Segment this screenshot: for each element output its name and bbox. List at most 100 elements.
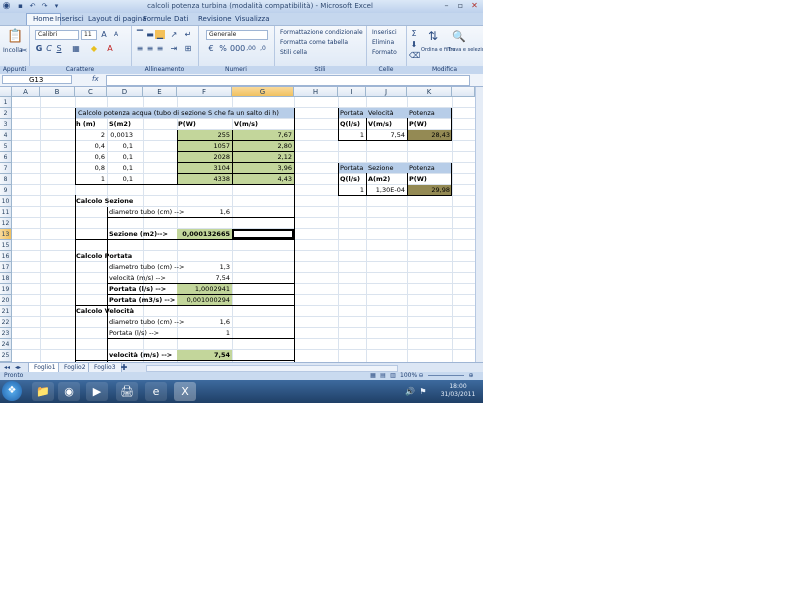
row-header[interactable]: 17	[0, 262, 12, 273]
zoom-in-icon[interactable]: ⊕	[466, 371, 476, 380]
conditional-format-button[interactable]: Formattazione condizionale	[280, 29, 363, 37]
table-p-value[interactable]: 4338	[177, 174, 230, 184]
table-h-value[interactable]: 1	[75, 174, 105, 184]
prev-next-sheet-icon[interactable]: ◂▸	[13, 363, 23, 372]
zoom-out-icon[interactable]: ⊖	[416, 371, 426, 380]
first-sheet-icon[interactable]: ◂◂	[2, 363, 12, 372]
column-header-f[interactable]: F	[177, 87, 232, 97]
v-portata-label[interactable]: Portata (l/s) -->	[109, 328, 159, 338]
borders-icon[interactable]: ▦	[71, 44, 81, 53]
table-s-value[interactable]: 0,1	[107, 152, 133, 162]
right2-a-value[interactable]: 1,30E-04	[366, 185, 405, 195]
column-header-b[interactable]: B	[40, 87, 75, 97]
sezione-label[interactable]: Sezione (m2)-->	[109, 229, 168, 239]
right1-q-value[interactable]: 1	[338, 130, 364, 140]
table-s-value[interactable]: 0,1	[107, 174, 133, 184]
bold-icon[interactable]: G	[34, 44, 44, 53]
column-header-i[interactable]: I	[338, 87, 366, 97]
font-name-field[interactable]: Calibri	[35, 30, 79, 40]
row-header[interactable]: 22	[0, 317, 12, 328]
fill-color-icon[interactable]: ◆	[89, 44, 99, 53]
percent-icon[interactable]: %	[218, 44, 228, 53]
right1-v-value[interactable]: 7,54	[366, 130, 405, 140]
row-header[interactable]: 5	[0, 141, 12, 152]
v-diametro-label[interactable]: diametro tubo (cm) -->	[109, 317, 184, 327]
portata-ls-label[interactable]: Portata (l/s) -->	[109, 284, 166, 294]
grow-font-icon[interactable]: A	[99, 30, 109, 39]
velocita-label[interactable]: velocità (m/s) -->	[109, 350, 172, 360]
column-header-a[interactable]: A	[12, 87, 40, 97]
table-s-value[interactable]: 0,1	[107, 141, 133, 151]
shrink-font-icon[interactable]: A	[111, 30, 121, 39]
header-s[interactable]: S(m2)	[109, 119, 131, 129]
align-middle-icon[interactable]: ▬	[145, 30, 155, 39]
insert-sheet-icon[interactable]: ✚	[119, 363, 129, 372]
find-select-icon[interactable]: 🔍	[452, 31, 466, 44]
row-header[interactable]: 15	[0, 240, 12, 251]
zoom-level[interactable]: 100%	[400, 372, 417, 380]
table-v-value[interactable]: 4,43	[232, 174, 292, 184]
tab-review[interactable]: Revisione	[198, 14, 232, 25]
page-layout-view-icon[interactable]: ▤	[378, 371, 388, 380]
find-select-button[interactable]: Trova e seleziona	[448, 46, 483, 54]
header-p[interactable]: P(W)	[178, 119, 196, 129]
fill-icon[interactable]: ⬇	[409, 40, 419, 49]
sort-filter-icon[interactable]: ⇅	[426, 30, 440, 44]
normal-view-icon[interactable]: ▦	[368, 371, 378, 380]
row-header[interactable]: 11	[0, 207, 12, 218]
table-v-value[interactable]: 3,96	[232, 163, 292, 173]
table-h-value[interactable]: 2	[75, 130, 105, 140]
calc-sezione-heading[interactable]: Calcolo Sezione	[76, 196, 133, 206]
p-velocita-label[interactable]: velocità (m/s) -->	[109, 273, 166, 283]
insert-cells-button[interactable]: Inserisci	[372, 29, 397, 37]
format-cells-button[interactable]: Formato	[372, 49, 397, 57]
align-center-icon[interactable]: ≡	[145, 44, 155, 53]
zoom-slider[interactable]	[428, 375, 464, 376]
format-table-button[interactable]: Formatta come tabella	[280, 39, 348, 47]
velocita-value[interactable]: 7,54	[177, 350, 232, 360]
excel-taskbar-icon[interactable]: X	[174, 382, 196, 401]
table-p-value[interactable]: 1057	[177, 141, 230, 151]
volume-icon[interactable]: 🔊	[405, 387, 415, 396]
p-diametro-label[interactable]: diametro tubo (cm) -->	[109, 262, 184, 272]
right1-q[interactable]: Q(l/s)	[340, 119, 360, 129]
name-box[interactable]: G13	[2, 75, 72, 84]
active-cell-g13[interactable]	[232, 229, 294, 239]
row-header[interactable]: 3	[0, 119, 12, 130]
column-header-c[interactable]: C	[75, 87, 107, 97]
right2-p[interactable]: P(W)	[409, 174, 427, 184]
row-header[interactable]: 19	[0, 284, 12, 295]
undo-icon[interactable]: ↶	[28, 2, 37, 10]
row-header[interactable]: 2	[0, 108, 12, 119]
tab-insert[interactable]: Inserisci	[55, 14, 84, 25]
calc-velocita-heading[interactable]: Calcolo Velocità	[76, 306, 134, 316]
right2-q[interactable]: Q(l/s)	[340, 174, 360, 184]
right2-sezione[interactable]: Sezione	[368, 163, 393, 173]
tab-page-layout[interactable]: Layout di pagina	[88, 14, 146, 25]
page-break-view-icon[interactable]: ▥	[388, 371, 398, 380]
number-format-field[interactable]: Generale	[206, 30, 268, 40]
header-v[interactable]: V(m/s)	[234, 119, 258, 129]
right2-p-value[interactable]: 29,98	[407, 185, 452, 195]
media-center-icon[interactable]: ▶	[86, 382, 108, 401]
minimize-icon[interactable]: –	[440, 1, 453, 11]
autosum-icon[interactable]: Σ	[409, 29, 419, 38]
row-header[interactable]: 21	[0, 306, 12, 317]
decrease-decimal-icon[interactable]: ,0	[258, 44, 268, 53]
table-s-value[interactable]: 0,1	[107, 163, 133, 173]
font-size-field[interactable]: 11	[81, 30, 97, 40]
sezione-value[interactable]: 0,000132665	[177, 229, 232, 239]
table-v-value[interactable]: 2,80	[232, 141, 292, 151]
formula-input[interactable]	[106, 75, 470, 86]
p-diametro-value[interactable]: 1,3	[177, 262, 230, 272]
fx-icon[interactable]: fx	[92, 75, 99, 83]
v-diametro-value[interactable]: 1,6	[177, 317, 230, 327]
windows-start-icon[interactable]: ❖	[2, 381, 22, 401]
tab-view[interactable]: Visualizza	[235, 14, 269, 25]
column-header-j[interactable]: J	[366, 87, 407, 97]
v-portata-value[interactable]: 1	[177, 328, 230, 338]
right2-portata[interactable]: Portata	[340, 163, 363, 173]
taskbar-clock[interactable]: 18:00 31/03/2011	[436, 383, 480, 399]
delete-cells-button[interactable]: Elimina	[372, 39, 394, 47]
right2-a[interactable]: A(m2)	[368, 174, 390, 184]
